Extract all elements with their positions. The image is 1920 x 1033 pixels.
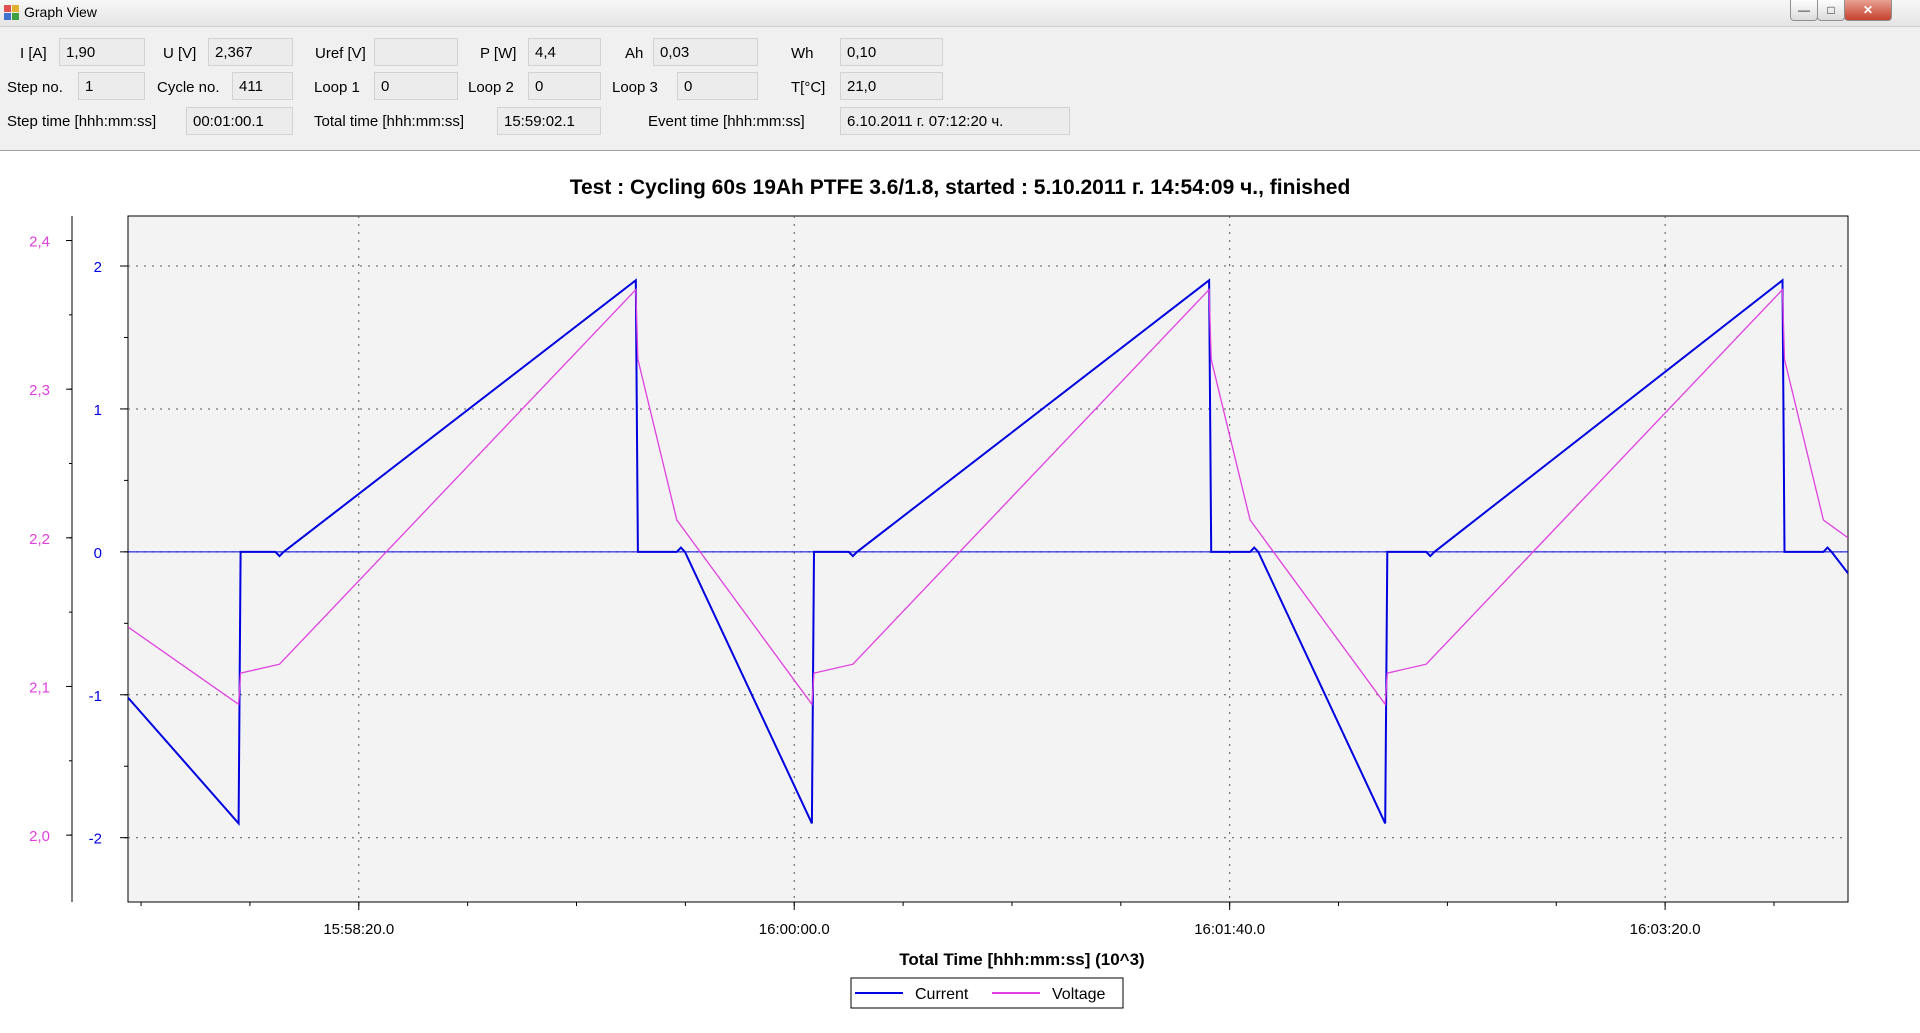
- step-no-label: Step no.: [7, 79, 63, 96]
- current-label: I [A]: [20, 45, 47, 62]
- chart-title: Test : Cycling 60s 19Ah PTFE 3.6/1.8, st…: [570, 176, 1351, 199]
- voltage-tick-label: 2,0: [29, 828, 50, 845]
- cycle-no-label: Cycle no.: [157, 79, 220, 96]
- loop2-value: 0: [528, 72, 601, 100]
- minimize-button[interactable]: —: [1790, 0, 1818, 21]
- x-tick-label: 15:58:20.0: [323, 921, 394, 938]
- loop1-label: Loop 1: [314, 79, 360, 96]
- graph-view-app-icon: [4, 5, 19, 20]
- voltage-tick-label: 2,2: [29, 531, 50, 548]
- window-title-bar: Graph View — □ ✕: [0, 0, 1920, 27]
- current-tick-label: -1: [89, 688, 102, 705]
- uref-label: Uref [V]: [315, 45, 366, 62]
- uref-value: [374, 38, 458, 66]
- current-value: 1,90: [59, 38, 145, 66]
- voltage-label: U [V]: [163, 45, 197, 62]
- x-tick-label: 16:01:40.0: [1194, 921, 1265, 938]
- total-time-label: Total time [hhh:mm:ss]: [314, 113, 465, 130]
- current-legend-label: Current: [915, 986, 969, 1003]
- ah-value: 0,03: [653, 38, 758, 66]
- event-time-value: 6.10.2011 г. 07:12:20 ч.: [840, 107, 1070, 135]
- x-tick-label: 16:00:00.0: [759, 921, 830, 938]
- temperature-label: T[°C]: [791, 79, 826, 96]
- event-time-label: Event time [hhh:mm:ss]: [648, 113, 805, 130]
- maximize-button[interactable]: □: [1817, 0, 1845, 21]
- loop2-label: Loop 2: [468, 79, 514, 96]
- temperature-value: 21,0: [840, 72, 943, 100]
- step-time-label: Step time [hhh:mm:ss]: [7, 113, 157, 130]
- loop3-label: Loop 3: [612, 79, 658, 96]
- current-tick-label: 1: [94, 402, 102, 419]
- wh-label: Wh: [791, 45, 814, 62]
- graph-chart[interactable]: 2,4 2,3 2,2 2,1 2,0 2 1 0 -1 -2 15:58:20.0 16:00:00…: [0, 150, 1920, 1032]
- voltage-value: 2,367: [208, 38, 293, 66]
- cycle-no-value: 411: [232, 72, 293, 100]
- plot-area: [127, 215, 1849, 903]
- x-tick-label: 16:03:20.0: [1630, 921, 1701, 938]
- loop3-value: 0: [677, 72, 758, 100]
- power-label: P [W]: [480, 45, 517, 62]
- current-tick-label: 2: [94, 259, 102, 276]
- chart-legend: Current Voltage: [850, 977, 1124, 1009]
- ah-label: Ah: [625, 45, 644, 62]
- window-title: Graph View: [24, 4, 97, 20]
- wh-value: 0,10: [840, 38, 943, 66]
- x-axis-label: Total Time [hhh:mm:ss] (10^3): [899, 950, 1144, 969]
- voltage-tick-label: 2,3: [29, 382, 50, 399]
- current-tick-label: -2: [89, 831, 102, 848]
- current-tick-label: 0: [94, 545, 102, 562]
- step-no-value: 1: [78, 72, 145, 100]
- voltage-legend-label: Voltage: [1052, 986, 1105, 1003]
- power-value: 4,4: [528, 38, 601, 66]
- close-button[interactable]: ✕: [1844, 0, 1892, 21]
- loop1-value: 0: [374, 72, 458, 100]
- voltage-tick-label: 2,1: [29, 679, 50, 696]
- step-time-value: 00:01:00.1: [186, 107, 293, 135]
- voltage-tick-label: 2,4: [29, 234, 50, 251]
- total-time-value: 15:59:02.1: [497, 107, 601, 135]
